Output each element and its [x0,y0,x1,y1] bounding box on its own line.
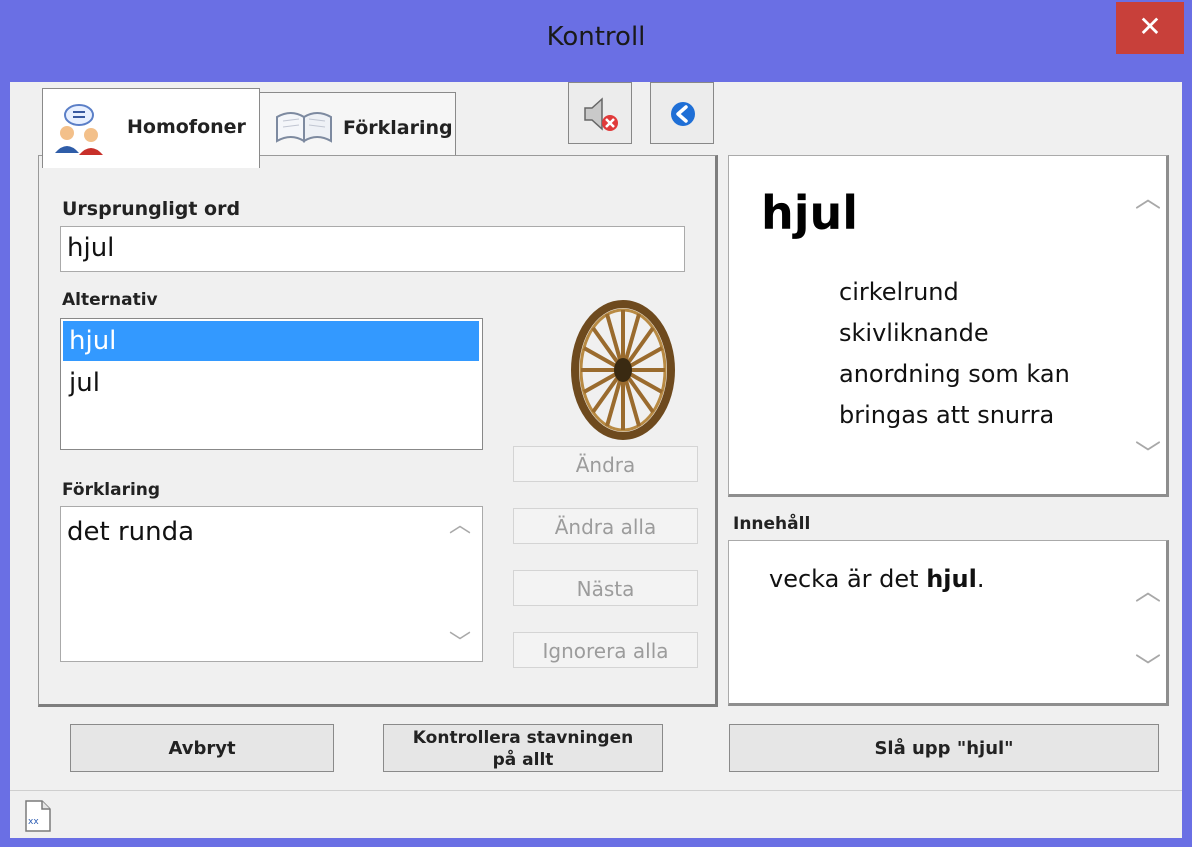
definition-line: bringas att snurra [839,401,1055,429]
original-word-value: hjul [67,233,115,263]
scroll-up-icon[interactable]: ︿ [449,507,471,539]
mute-button[interactable] [568,82,632,144]
check-all-button[interactable]: Kontrollera stavningen på allt [383,724,663,772]
tab-forklaring[interactable]: Förklaring [258,92,456,156]
people-speech-icon [55,104,103,155]
status-bar: xx [10,790,1182,838]
window-title: Kontroll [546,22,646,52]
context-highlight: hjul [926,565,977,593]
alternative-item[interactable]: jul [63,363,479,403]
context-prefix: vecka är det [769,565,927,593]
context-label: Innehåll [733,514,811,534]
explanation-label: Förklaring [62,480,161,500]
definition-panel: hjul cirkelrund skivliknande anordning s… [728,155,1169,497]
back-button[interactable] [650,82,714,144]
next-button[interactable]: Nästa [513,570,698,606]
back-arrow-icon [671,102,695,126]
context-panel: vecka är det hjul. ︿ ﹀ [728,540,1169,706]
book-icon [276,112,332,143]
speaker-muted-icon [584,97,618,131]
original-word-label: Ursprungligt ord [62,198,241,220]
close-button[interactable]: ✕ [1116,2,1184,54]
document-icon-label: xx [28,817,39,827]
definition-word: hjul [761,186,859,240]
definition-text: cirkelrund skivliknande anordning som ka… [839,272,1070,436]
tab-homofoner-label: Homofoner [127,116,246,138]
document-icon: xx [25,800,51,832]
definition-line: anordning som kan [839,360,1070,388]
alternatives-list[interactable]: hjul jul [60,318,483,450]
scroll-down-icon[interactable]: ﹀ [1135,647,1161,684]
alternatives-label: Alternativ [62,290,158,310]
wheel-image [571,300,675,440]
tab-forklaring-label: Förklaring [343,117,453,139]
close-icon: ✕ [1138,10,1162,43]
original-word-field[interactable]: hjul [60,226,685,272]
lookup-button[interactable]: Slå upp "hjul" [729,724,1159,772]
definition-line: cirkelrund [839,278,959,306]
definition-line: skivliknande [839,319,989,347]
explanation-field[interactable]: det runda ︿ ﹀ [60,506,483,662]
alternative-item-selected[interactable]: hjul [63,321,479,361]
tab-homofoner[interactable]: Homofoner [42,88,260,168]
change-button[interactable]: Ändra [513,446,698,482]
change-all-button[interactable]: Ändra alla [513,508,698,544]
cancel-button[interactable]: Avbryt [70,724,334,772]
scroll-down-icon[interactable]: ﹀ [449,625,471,657]
scroll-up-icon[interactable]: ︿ [1135,571,1161,608]
context-suffix: . [976,565,985,593]
explanation-value: det runda [67,517,195,547]
scroll-down-icon[interactable]: ﹀ [1135,434,1161,471]
scroll-up-icon[interactable]: ︿ [1135,178,1161,215]
ignore-all-button[interactable]: Ignorera alla [513,632,698,668]
context-text: vecka är det hjul. [769,565,984,593]
